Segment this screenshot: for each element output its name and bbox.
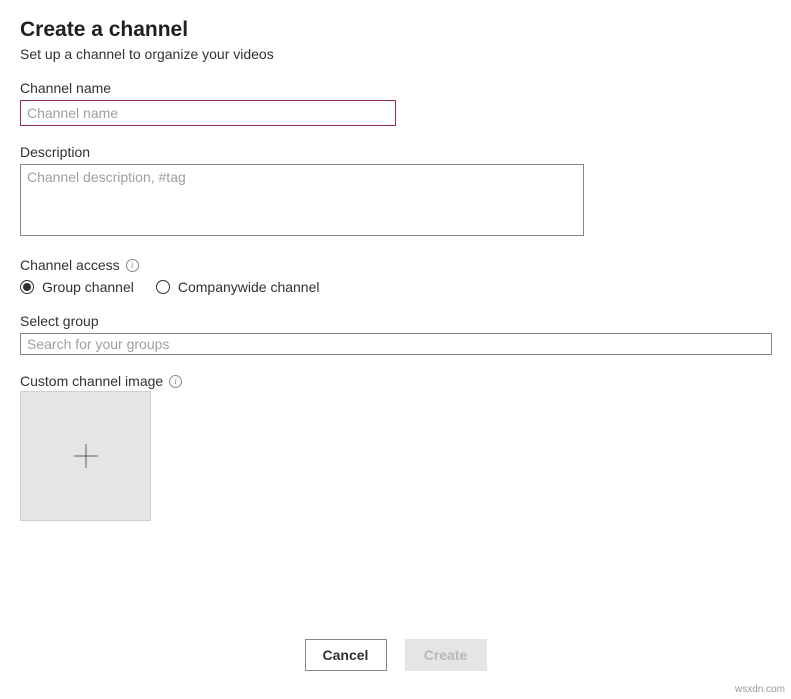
- cancel-button[interactable]: Cancel: [305, 639, 387, 671]
- radio-dot-icon: [20, 280, 34, 294]
- page-subtitle: Set up a channel to organize your videos: [20, 46, 771, 62]
- custom-image-field: Custom channel image i: [20, 373, 771, 521]
- description-label: Description: [20, 144, 771, 160]
- custom-image-label: Custom channel image: [20, 373, 163, 389]
- info-icon[interactable]: i: [126, 259, 139, 272]
- create-button[interactable]: Create: [405, 639, 487, 671]
- select-group-field: Select group: [20, 313, 771, 355]
- radio-companywide-label: Companywide channel: [178, 279, 320, 295]
- channel-name-field: Channel name: [20, 80, 771, 126]
- radio-group-label: Group channel: [42, 279, 134, 295]
- watermark: wsxdn.com: [735, 684, 785, 695]
- button-row: Cancel Create: [20, 639, 771, 671]
- page-title: Create a channel: [20, 18, 771, 42]
- radio-group-channel[interactable]: Group channel: [20, 279, 134, 295]
- group-search-input[interactable]: [20, 333, 772, 355]
- channel-name-label: Channel name: [20, 80, 771, 96]
- radio-dot-icon: [156, 280, 170, 294]
- info-icon[interactable]: i: [169, 375, 182, 388]
- image-upload-button[interactable]: [20, 391, 151, 521]
- channel-name-input[interactable]: [20, 100, 396, 126]
- channel-access-label: Channel access: [20, 257, 120, 273]
- select-group-label: Select group: [20, 313, 771, 329]
- radio-companywide-channel[interactable]: Companywide channel: [156, 279, 320, 295]
- channel-access-field: Channel access i Group channel Companywi…: [20, 257, 771, 295]
- plus-icon: [72, 442, 100, 470]
- description-input[interactable]: [20, 164, 584, 236]
- description-field: Description: [20, 144, 771, 239]
